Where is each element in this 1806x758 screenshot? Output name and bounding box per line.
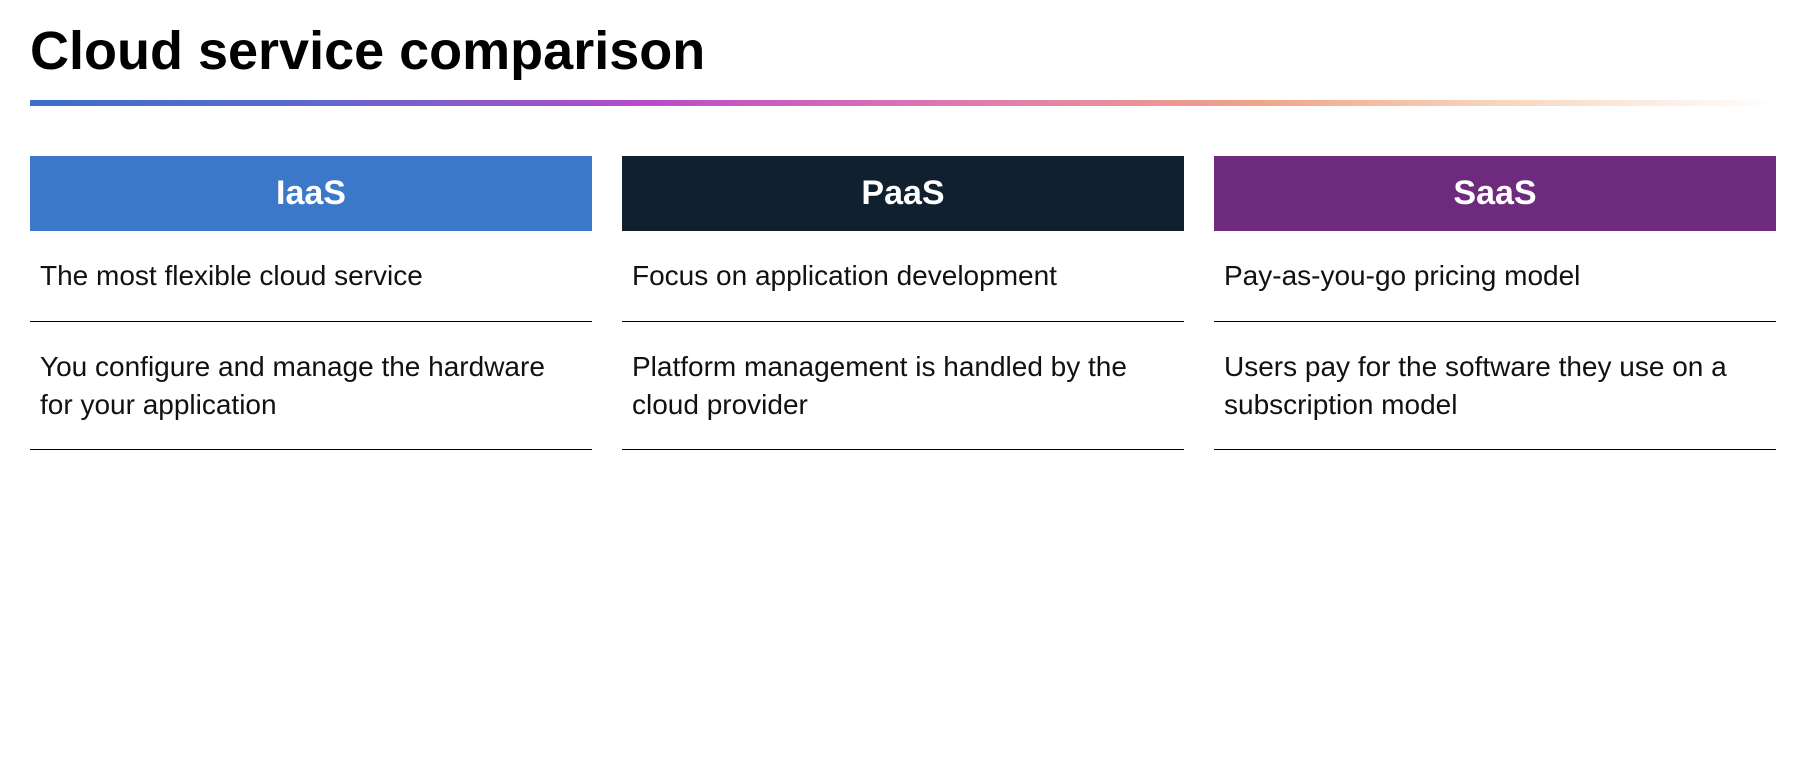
iaas-row-1: The most flexible cloud service bbox=[30, 231, 592, 322]
column-header-iaas: IaaS bbox=[30, 156, 592, 231]
column-paas: PaaS Focus on application development Pl… bbox=[622, 156, 1184, 450]
paas-row-2: Platform management is handled by the cl… bbox=[622, 322, 1184, 451]
page-title: Cloud service comparison bbox=[30, 20, 1776, 82]
title-underline bbox=[30, 100, 1776, 106]
saas-row-2: Users pay for the software they use on a… bbox=[1214, 322, 1776, 451]
column-iaas: IaaS The most flexible cloud service You… bbox=[30, 156, 592, 450]
column-saas: SaaS Pay-as-you-go pricing model Users p… bbox=[1214, 156, 1776, 450]
saas-row-1: Pay-as-you-go pricing model bbox=[1214, 231, 1776, 322]
column-header-saas: SaaS bbox=[1214, 156, 1776, 231]
paas-row-1: Focus on application development bbox=[622, 231, 1184, 322]
comparison-columns: IaaS The most flexible cloud service You… bbox=[30, 156, 1776, 450]
iaas-row-2: You configure and manage the hardware fo… bbox=[30, 322, 592, 451]
column-header-paas: PaaS bbox=[622, 156, 1184, 231]
